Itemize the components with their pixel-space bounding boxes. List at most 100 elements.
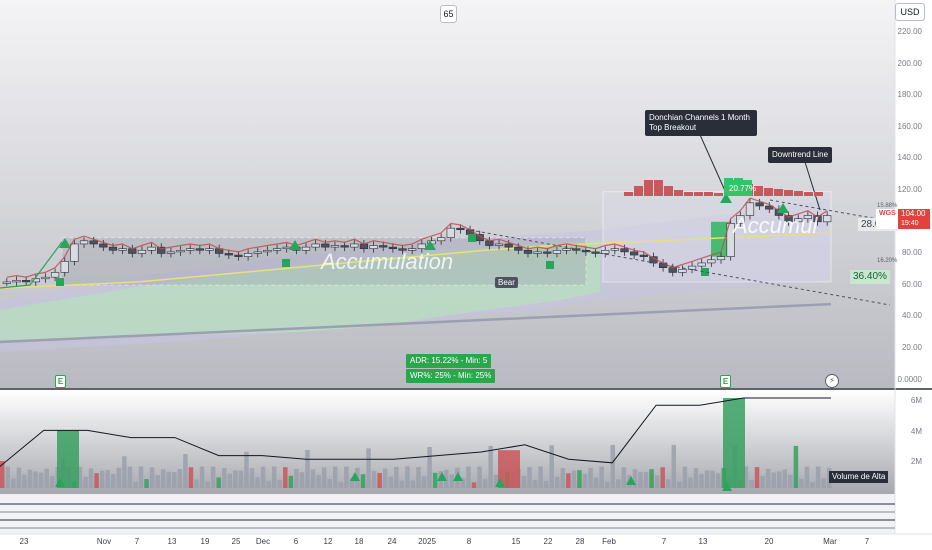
volume-label: Volume de Alta bbox=[829, 471, 889, 483]
volume-bar bbox=[599, 466, 604, 488]
volume-bar bbox=[49, 476, 55, 488]
price-axis-tick: 200.00 bbox=[897, 58, 922, 68]
donchian-histogram-bar bbox=[714, 193, 723, 196]
time-axis-tick: 25 bbox=[231, 537, 241, 546]
volume-bar bbox=[754, 467, 760, 488]
earnings-icon-1[interactable]: E bbox=[55, 375, 66, 388]
volume-bar bbox=[33, 471, 38, 488]
earnings-icon-2[interactable]: E bbox=[720, 375, 731, 388]
time-axis-tick: 7 bbox=[134, 537, 140, 546]
volume-bar bbox=[333, 466, 338, 488]
volume-bar bbox=[482, 478, 488, 488]
volume-bar bbox=[166, 471, 171, 488]
volume-bar bbox=[377, 472, 382, 488]
time-axis-tick: 22 bbox=[543, 537, 553, 546]
volume-bar bbox=[593, 477, 599, 488]
candle-body bbox=[301, 246, 311, 251]
time-axis-tick: 23 bbox=[19, 537, 29, 546]
volume-bar bbox=[5, 466, 11, 488]
time-axis-tick: 7 bbox=[661, 537, 667, 546]
volume-bar bbox=[22, 474, 27, 488]
volume-bar bbox=[521, 475, 527, 488]
volume-bar bbox=[27, 469, 33, 488]
donchian-histogram-bar bbox=[624, 192, 633, 196]
candle-body bbox=[716, 256, 726, 261]
downtrend-callout: Downtrend Line bbox=[768, 147, 833, 163]
donchian-histogram-bar bbox=[814, 192, 823, 196]
volume-bar bbox=[765, 468, 771, 488]
volume-bar bbox=[83, 476, 88, 488]
candle-body bbox=[417, 243, 426, 250]
candle-body bbox=[485, 240, 494, 246]
candle-body bbox=[99, 243, 108, 248]
volume-bar bbox=[421, 476, 427, 488]
bear-label: Bear bbox=[495, 277, 518, 288]
time-axis-tick: 15 bbox=[511, 537, 521, 546]
volume-bar bbox=[94, 473, 99, 488]
candle-body bbox=[205, 248, 214, 251]
volume-bar bbox=[810, 482, 815, 488]
volume-bar bbox=[527, 467, 532, 488]
volume-bar bbox=[122, 456, 127, 488]
volume-bar bbox=[338, 482, 344, 488]
volume-bar bbox=[249, 468, 255, 488]
volume-bar bbox=[582, 473, 588, 488]
candle-body bbox=[60, 261, 69, 273]
volume-bar bbox=[155, 475, 160, 488]
volume-bar bbox=[566, 473, 571, 488]
volume-bar bbox=[138, 466, 144, 488]
volume-bar bbox=[344, 466, 349, 488]
candle-body bbox=[359, 243, 369, 250]
candle-body bbox=[2, 281, 11, 284]
interval-badge[interactable]: 65 bbox=[440, 5, 457, 23]
volume-bar bbox=[666, 479, 671, 488]
volume-bar bbox=[416, 466, 421, 488]
volume-axis-tick: 6M bbox=[910, 396, 922, 405]
volume-bar bbox=[116, 467, 122, 488]
volume-bar bbox=[238, 470, 244, 488]
lightning-icon[interactable]: ⚡ bbox=[825, 374, 839, 388]
donchian-histogram-bar bbox=[804, 192, 813, 196]
volume-bar bbox=[327, 478, 332, 488]
volume-bar bbox=[149, 467, 155, 488]
volume-bar bbox=[616, 479, 621, 488]
price-axis-tick: 140.00 bbox=[897, 153, 922, 163]
candle-body bbox=[630, 251, 639, 256]
candle-body bbox=[147, 246, 156, 251]
currency-badge[interactable]: USD bbox=[895, 3, 925, 21]
signal-square-marker bbox=[282, 259, 290, 267]
volume-bar bbox=[133, 481, 138, 488]
price-axis-tick: 180.00 bbox=[897, 90, 922, 100]
candle-body bbox=[253, 251, 262, 254]
volume-bar bbox=[815, 466, 821, 488]
donchian-histogram-bar bbox=[704, 192, 713, 196]
volume-bar bbox=[555, 476, 560, 488]
volume-bar bbox=[382, 468, 388, 488]
candle-body bbox=[533, 251, 542, 254]
volume-bar bbox=[222, 468, 227, 488]
volume-bar bbox=[799, 478, 804, 488]
price-tag[interactable]: WGS 104.00 19:40 bbox=[876, 209, 932, 229]
volume-bar bbox=[654, 475, 660, 488]
time-axis-tick: 7 bbox=[864, 537, 870, 546]
candle-body bbox=[697, 262, 706, 267]
candle-body bbox=[552, 249, 562, 254]
signal-square-marker bbox=[468, 234, 476, 242]
candle-body bbox=[668, 267, 677, 273]
volume-bar bbox=[621, 467, 627, 488]
candle-body bbox=[128, 248, 137, 254]
time-axis-tick: 8 bbox=[466, 537, 472, 546]
candle-body bbox=[22, 280, 31, 283]
candle-body bbox=[311, 243, 320, 248]
volume-bar bbox=[371, 470, 377, 488]
adr-stat: ADR: 15.22% - Min: 5 bbox=[406, 354, 492, 368]
volume-bar bbox=[305, 449, 310, 488]
time-axis-tick: Nov bbox=[96, 537, 112, 546]
candle-body bbox=[186, 248, 195, 251]
candle-body bbox=[340, 245, 349, 248]
candle-body bbox=[494, 243, 504, 246]
time-axis-tick: 13 bbox=[698, 537, 708, 546]
candle-body bbox=[118, 248, 127, 251]
candle-body bbox=[601, 249, 610, 254]
volume-bar bbox=[233, 470, 238, 488]
